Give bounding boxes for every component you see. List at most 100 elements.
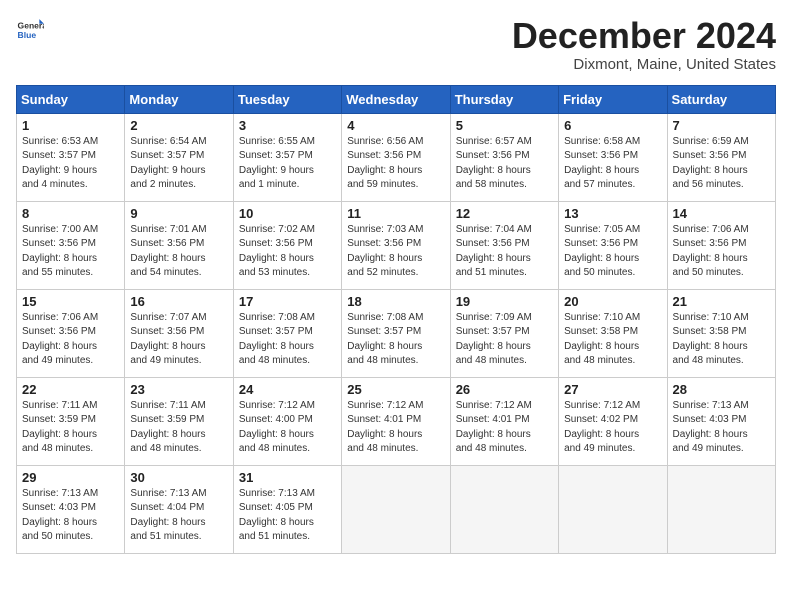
calendar-week-row: 1 Sunrise: 6:53 AM Sunset: 3:57 PM Daylig… [17,113,776,201]
day-info: Sunrise: 7:13 AM Sunset: 4:05 PM Dayligh… [239,487,336,545]
table-row [450,465,558,553]
table-row: 10Sunrise: 7:02 AM Sunset: 3:56 PM Dayli… [233,201,341,289]
table-row: 29 Sunrise: 7:13 AM Sunset: 4:03 PM Dayli… [17,465,125,553]
table-row: 8Sunrise: 7:00 AM Sunset: 3:56 PM Daylig… [17,201,125,289]
table-row [342,465,450,553]
day-number: 16 [130,294,227,309]
table-row: 19 Sunrise: 7:09 AM Sunset: 3:57 PM Dayli… [450,289,558,377]
day-number: 13 [564,206,661,221]
day-number: 19 [456,294,553,309]
day-info: Sunrise: 7:09 AM Sunset: 3:57 PM Dayligh… [456,311,553,369]
title-area: December 2024 Dixmont, Maine, United Sta… [512,16,776,73]
table-row: 22Sunrise: 7:11 AM Sunset: 3:59 PM Dayli… [17,377,125,465]
header-area: General Blue December 2024 Dixmont, Main… [16,16,776,73]
table-row: 31 Sunrise: 7:13 AM Sunset: 4:05 PM Dayli… [233,465,341,553]
day-number: 14 [673,206,770,221]
table-row: 21 Sunrise: 7:10 AM Sunset: 3:58 PM Dayli… [667,289,775,377]
day-number: 20 [564,294,661,309]
table-row: 3 Sunrise: 6:55 AM Sunset: 3:57 PM Daylig… [233,113,341,201]
day-info: Sunrise: 6:57 AM Sunset: 3:56 PM Dayligh… [456,135,553,193]
svg-text:Blue: Blue [18,30,37,40]
day-number: 27 [564,382,661,397]
day-info: Sunrise: 7:13 AM Sunset: 4:03 PM Dayligh… [22,487,119,545]
table-row: 6 Sunrise: 6:58 AM Sunset: 3:56 PM Daylig… [559,113,667,201]
weekday-header-row: Sunday Monday Tuesday Wednesday Thursday… [17,85,776,113]
calendar-week-row: 8Sunrise: 7:00 AM Sunset: 3:56 PM Daylig… [17,201,776,289]
header-thursday: Thursday [450,85,558,113]
table-row: 26 Sunrise: 7:12 AM Sunset: 4:01 PM Dayli… [450,377,558,465]
day-number: 25 [347,382,444,397]
day-info: Sunrise: 6:53 AM Sunset: 3:57 PM Dayligh… [22,135,119,193]
table-row: 28 Sunrise: 7:13 AM Sunset: 4:03 PM Dayli… [667,377,775,465]
day-number: 3 [239,118,336,133]
day-info: Sunrise: 7:02 AM Sunset: 3:56 PM Dayligh… [239,223,336,281]
day-info: Sunrise: 6:56 AM Sunset: 3:56 PM Dayligh… [347,135,444,193]
table-row: 5Sunrise: 6:57 AM Sunset: 3:56 PM Daylig… [450,113,558,201]
day-info: Sunrise: 7:12 AM Sunset: 4:01 PM Dayligh… [347,399,444,457]
day-number: 11 [347,206,444,221]
day-number: 4 [347,118,444,133]
day-info: Sunrise: 7:13 AM Sunset: 4:03 PM Dayligh… [673,399,770,457]
day-number: 17 [239,294,336,309]
header-saturday: Saturday [667,85,775,113]
day-info: Sunrise: 7:10 AM Sunset: 3:58 PM Dayligh… [673,311,770,369]
table-row: 30Sunrise: 7:13 AM Sunset: 4:04 PM Dayli… [125,465,233,553]
day-number: 2 [130,118,227,133]
table-row: 12 Sunrise: 7:04 AM Sunset: 3:56 PM Dayli… [450,201,558,289]
day-info: Sunrise: 7:10 AM Sunset: 3:58 PM Dayligh… [564,311,661,369]
day-info: Sunrise: 7:12 AM Sunset: 4:02 PM Dayligh… [564,399,661,457]
day-info: Sunrise: 7:08 AM Sunset: 3:57 PM Dayligh… [239,311,336,369]
header-tuesday: Tuesday [233,85,341,113]
table-row: 23Sunrise: 7:11 AM Sunset: 3:59 PM Dayli… [125,377,233,465]
table-row: 20 Sunrise: 7:10 AM Sunset: 3:58 PM Dayli… [559,289,667,377]
table-row: 24 Sunrise: 7:12 AM Sunset: 4:00 PM Dayli… [233,377,341,465]
table-row: 25 Sunrise: 7:12 AM Sunset: 4:01 PM Dayli… [342,377,450,465]
table-row: 11Sunrise: 7:03 AM Sunset: 3:56 PM Dayli… [342,201,450,289]
day-info: Sunrise: 6:58 AM Sunset: 3:56 PM Dayligh… [564,135,661,193]
day-info: Sunrise: 7:07 AM Sunset: 3:56 PM Dayligh… [130,311,227,369]
day-info: Sunrise: 6:55 AM Sunset: 3:57 PM Dayligh… [239,135,336,193]
table-row: 15 Sunrise: 7:06 AM Sunset: 3:56 PM Dayli… [17,289,125,377]
day-number: 6 [564,118,661,133]
calendar-table: Sunday Monday Tuesday Wednesday Thursday… [16,85,776,554]
day-number: 29 [22,470,119,485]
day-number: 31 [239,470,336,485]
header-friday: Friday [559,85,667,113]
calendar-week-row: 22Sunrise: 7:11 AM Sunset: 3:59 PM Dayli… [17,377,776,465]
day-info: Sunrise: 6:59 AM Sunset: 3:56 PM Dayligh… [673,135,770,193]
logo-icon: General Blue [16,16,44,44]
table-row: 7 Sunrise: 6:59 AM Sunset: 3:56 PM Daylig… [667,113,775,201]
day-info: Sunrise: 7:12 AM Sunset: 4:00 PM Dayligh… [239,399,336,457]
day-number: 23 [130,382,227,397]
day-number: 21 [673,294,770,309]
calendar-week-row: 29 Sunrise: 7:13 AM Sunset: 4:03 PM Dayli… [17,465,776,553]
header-monday: Monday [125,85,233,113]
day-info: Sunrise: 7:12 AM Sunset: 4:01 PM Dayligh… [456,399,553,457]
day-info: Sunrise: 7:06 AM Sunset: 3:56 PM Dayligh… [673,223,770,281]
day-info: Sunrise: 7:06 AM Sunset: 3:56 PM Dayligh… [22,311,119,369]
day-info: Sunrise: 7:04 AM Sunset: 3:56 PM Dayligh… [456,223,553,281]
day-number: 24 [239,382,336,397]
day-number: 1 [22,118,119,133]
table-row [559,465,667,553]
day-number: 7 [673,118,770,133]
calendar-week-row: 15 Sunrise: 7:06 AM Sunset: 3:56 PM Dayli… [17,289,776,377]
table-row: 18 Sunrise: 7:08 AM Sunset: 3:57 PM Dayli… [342,289,450,377]
table-row: 9Sunrise: 7:01 AM Sunset: 3:56 PM Daylig… [125,201,233,289]
table-row: 4 Sunrise: 6:56 AM Sunset: 3:56 PM Daylig… [342,113,450,201]
calendar-title: December 2024 [512,16,776,56]
day-number: 28 [673,382,770,397]
day-info: Sunrise: 7:01 AM Sunset: 3:56 PM Dayligh… [130,223,227,281]
table-row: 27 Sunrise: 7:12 AM Sunset: 4:02 PM Dayli… [559,377,667,465]
day-info: Sunrise: 6:54 AM Sunset: 3:57 PM Dayligh… [130,135,227,193]
day-info: Sunrise: 7:08 AM Sunset: 3:57 PM Dayligh… [347,311,444,369]
day-number: 26 [456,382,553,397]
day-number: 22 [22,382,119,397]
table-row: 17 Sunrise: 7:08 AM Sunset: 3:57 PM Dayli… [233,289,341,377]
table-row [667,465,775,553]
day-number: 30 [130,470,227,485]
day-number: 12 [456,206,553,221]
day-number: 18 [347,294,444,309]
day-number: 15 [22,294,119,309]
table-row: 16 Sunrise: 7:07 AM Sunset: 3:56 PM Dayli… [125,289,233,377]
